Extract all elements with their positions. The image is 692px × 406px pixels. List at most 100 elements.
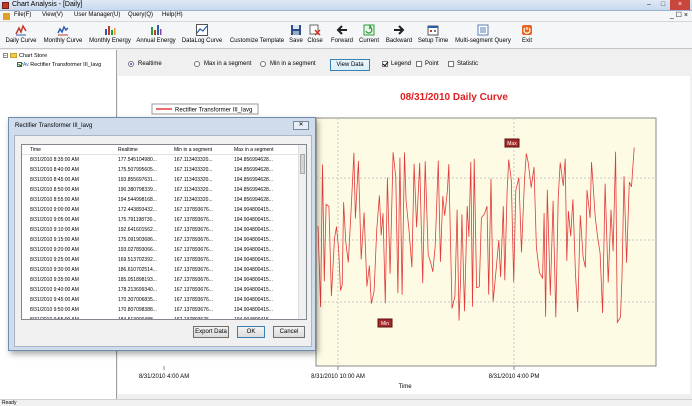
table-cell: 167.113403320... (174, 177, 213, 183)
radio-min-segment[interactable]: Min in a segment (260, 61, 316, 67)
table-row[interactable]: 8/31/2010 9:35:00 AM 185.051898193... 167.… (22, 276, 300, 284)
save-icon (291, 25, 301, 35)
menu-user-manager[interactable]: User Manager(U) (74, 12, 120, 18)
data-grid[interactable]: Time Realtime Min in a segment Max in a … (21, 144, 307, 320)
backward-button[interactable]: Backward (384, 23, 414, 48)
customize-template-button[interactable]: Customize Template (228, 23, 286, 48)
option-bar: Realtime Max in a segment Min in a segme… (118, 56, 692, 74)
table-cell: 186.610702514... (118, 267, 157, 273)
cancel-button[interactable]: Cancel (273, 326, 305, 338)
minimize-button[interactable]: – (642, 0, 656, 10)
menu-bar: File(F) View(V) User Manager(U) Query(Q)… (0, 11, 692, 22)
column-min-segment[interactable]: Min in a segment (174, 147, 212, 153)
table-row[interactable]: 8/31/2010 9:30:00 AM 186.610702514... 167.… (22, 266, 300, 274)
table-cell: 194.856994628... (234, 197, 273, 203)
radio-realtime[interactable]: Realtime (128, 61, 162, 67)
setup-time-icon (427, 25, 439, 36)
table-row[interactable]: 8/31/2010 9:05:00 AM 175.791198730... 167.… (22, 216, 300, 224)
table-row[interactable]: 8/31/2010 8:55:00 AM 194.544998168... 167.… (22, 196, 300, 204)
grid-scrollbar[interactable] (298, 145, 306, 319)
daily-curve-button[interactable]: Daily Curve (4, 23, 38, 48)
close-window-button[interactable]: × (670, 0, 690, 10)
table-row[interactable]: 8/31/2010 9:40:00 AM 178.213699340... 167.… (22, 286, 300, 294)
view-data-dialog: Rectifier Transformer III_Iavg ✕ Time Re… (8, 117, 316, 351)
dialog-close-button[interactable]: ✕ (293, 121, 309, 130)
collapse-icon[interactable]: − (3, 53, 8, 59)
maximize-button[interactable]: □ (656, 0, 670, 10)
table-cell: 8/31/2010 9:55:00 AM (30, 317, 79, 320)
table-row[interactable]: 8/31/2010 9:50:00 AM 170.807098388... 167.… (22, 306, 300, 314)
exit-button[interactable]: Exit (518, 23, 536, 48)
menu-file[interactable]: File(F) (14, 12, 31, 18)
menu-view[interactable]: View(V) (42, 12, 63, 18)
column-time[interactable]: Time (30, 147, 41, 153)
legend: Rectifier Transformer III_Iavg (151, 103, 259, 115)
table-row[interactable]: 8/31/2010 8:45:00 AM 193.855697631... 167.… (22, 176, 300, 184)
toolbar: Daily Curve Monthly Curve Monthly Energy… (0, 22, 692, 49)
forward-button[interactable]: Forward (330, 23, 354, 48)
table-cell: 167.137893676... (174, 207, 213, 213)
multi-segment-icon (477, 24, 489, 36)
ok-button[interactable]: OK (237, 326, 265, 338)
min-marker[interactable]: Min (377, 318, 393, 328)
export-data-button[interactable]: Export Data (193, 326, 229, 338)
folder-icon (10, 53, 17, 59)
table-row[interactable]: 8/31/2010 8:50:00 AM 190.380798339... 167.… (22, 186, 300, 194)
table-cell: 194.904800415... (234, 267, 273, 273)
table-cell: 8/31/2010 9:35:00 AM (30, 277, 79, 283)
datalog-curve-button[interactable]: DataLog Curve (180, 23, 224, 48)
monthly-energy-button[interactable]: Monthly Energy (88, 23, 132, 48)
datalog-curve-icon (196, 24, 208, 36)
tree-item-rectifier[interactable]: Av Rectifier Transformer III_Iavg (17, 62, 101, 68)
table-cell: 167.137893676... (174, 297, 213, 303)
max-marker[interactable]: Max (504, 138, 520, 148)
statistic-checkbox[interactable]: Statistic (448, 61, 478, 67)
table-cell: 178.213699340... (118, 287, 157, 293)
tree-root[interactable]: − Chart Store (3, 53, 47, 59)
menu-help[interactable]: Help(H) (162, 12, 183, 18)
annual-energy-button[interactable]: Annual Energy (135, 23, 177, 48)
legend-checkbox[interactable]: Legend (382, 61, 411, 67)
mdi-window-controls[interactable]: _ ☐ × (670, 11, 688, 19)
table-cell: 193.027893066... (118, 247, 157, 253)
annual-energy-icon (151, 25, 162, 35)
table-cell: 8/31/2010 9:40:00 AM (30, 287, 79, 293)
max-marker-label: Max (507, 141, 517, 147)
menu-query[interactable]: Query(Q) (128, 12, 153, 18)
table-cell: 8/31/2010 9:45:00 AM (30, 297, 79, 303)
table-cell: 167.113403320... (174, 197, 213, 203)
table-cell: 167.137893676... (174, 317, 213, 320)
table-row[interactable]: 8/31/2010 9:45:00 AM 170.307006835... 167.… (22, 296, 300, 304)
monthly-curve-button[interactable]: Monthly Curve (42, 23, 84, 48)
table-row[interactable]: 8/31/2010 9:10:00 AM 192.641601562... 167.… (22, 226, 300, 234)
checkbox-icon[interactable] (17, 62, 22, 68)
point-checkbox[interactable]: Point (416, 61, 439, 67)
table-row[interactable]: 8/31/2010 9:25:00 AM 169.513702392... 167.… (22, 256, 300, 264)
chart-title: 08/31/2010 Daily Curve (400, 92, 508, 103)
table-row[interactable]: 8/31/2010 9:20:00 AM 193.027893066... 167.… (22, 246, 300, 254)
x-axis-label: Time (398, 384, 412, 390)
legend-label: Rectifier Transformer III_Iavg (175, 108, 252, 114)
table-cell: 167.113403320... (174, 157, 213, 163)
current-button[interactable]: Current (357, 23, 381, 48)
monthly-energy-icon (105, 26, 116, 35)
table-cell: 8/31/2010 9:20:00 AM (30, 247, 79, 253)
view-data-button[interactable]: View Data (330, 59, 370, 71)
table-row[interactable]: 8/31/2010 9:55:00 AM 184.513000488... 167.… (22, 316, 300, 320)
table-cell: 194.904800415... (234, 317, 273, 320)
column-max-segment[interactable]: Max in a segment (234, 147, 273, 153)
save-button[interactable]: Save (288, 23, 304, 48)
table-row[interactable]: 8/31/2010 9:15:00 AM 175.091903686... 167.… (22, 236, 300, 244)
multi-segment-query-button[interactable]: Multi-segment Query (452, 23, 514, 48)
close-chart-icon (309, 24, 321, 36)
table-cell: 167.137893676... (174, 267, 213, 273)
close-chart-button[interactable]: Close (306, 23, 324, 48)
radio-max-segment[interactable]: Max in a segment (194, 61, 251, 67)
plot-area (315, 117, 657, 367)
setup-time-button[interactable]: Setup Time (416, 23, 450, 48)
table-row[interactable]: 8/31/2010 8:40:00 AM 175.507995605... 167.… (22, 166, 300, 174)
table-row[interactable]: 8/31/2010 9:00:00 AM 172.443893432... 167.… (22, 206, 300, 214)
table-row[interactable]: 8/31/2010 8:35:00 AM 177.545104980... 167.… (22, 156, 300, 164)
column-realtime[interactable]: Realtime (118, 147, 138, 153)
table-cell: 8/31/2010 9:10:00 AM (30, 227, 79, 233)
